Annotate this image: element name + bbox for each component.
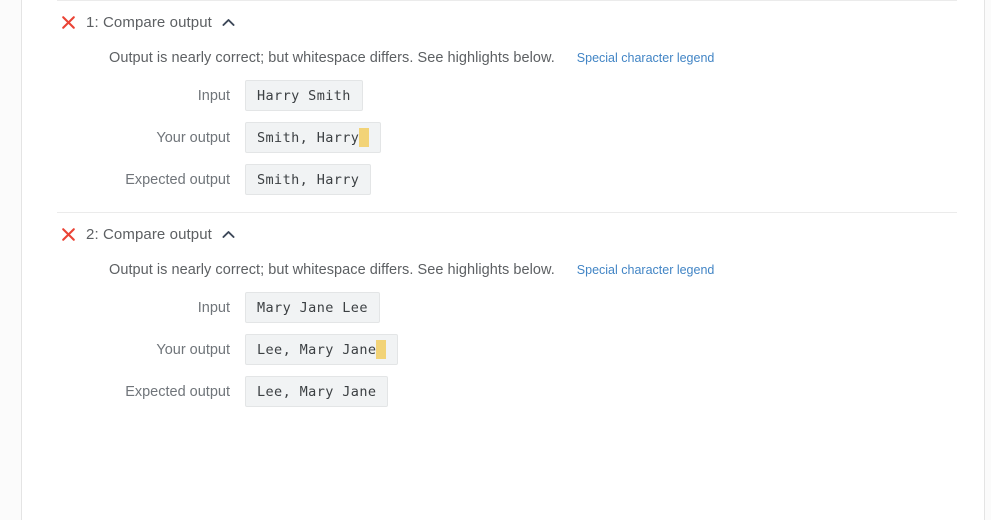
result-description: Output is nearly correct; but whitespace… — [109, 50, 555, 66]
x-mark-icon — [57, 11, 79, 33]
field-value-your-output: Lee, Mary Jane — [245, 334, 399, 365]
field-label: Expected output — [125, 383, 230, 400]
special-character-legend-link[interactable]: Special character legend — [577, 51, 715, 65]
field-label: Your output — [156, 129, 230, 146]
field-label: Expected output — [125, 171, 230, 188]
test-result-item: 1: Compare output Output is nearly corre… — [57, 0, 957, 212]
result-title: 2: Compare output — [86, 225, 212, 243]
field-value-text: Lee, Mary Jane — [257, 383, 377, 400]
whitespace-highlight-marker — [376, 340, 387, 359]
page-background: 1: Compare output Output is nearly corre… — [0, 0, 991, 520]
special-character-legend-link[interactable]: Special character legend — [577, 263, 715, 277]
field-value-text: Harry Smith — [257, 87, 351, 104]
field-value-input: Mary Jane Lee — [245, 292, 380, 323]
test-result-list: 1: Compare output Output is nearly corre… — [22, 0, 984, 424]
field-row-your-output: Your output Smith, Harry — [57, 122, 957, 153]
field-row-your-output: Your output Lee, Mary Jane — [57, 334, 957, 365]
result-description-row: Output is nearly correct; but whitespace… — [57, 262, 957, 278]
field-value-expected-output: Smith, Harry — [245, 164, 372, 195]
results-panel-body: 1: Compare output Output is nearly corre… — [22, 0, 984, 424]
field-value-expected-output: Lee, Mary Jane — [245, 376, 389, 407]
field-value-your-output: Smith, Harry — [245, 122, 382, 153]
field-value-text: Smith, Harry — [257, 129, 360, 146]
field-value-text: Smith, Harry — [257, 171, 360, 188]
field-value-text: Mary Jane Lee — [257, 299, 368, 316]
field-row-expected-output: Expected output Lee, Mary Jane — [57, 376, 957, 407]
field-label: Input — [197, 87, 230, 104]
result-description-row: Output is nearly correct; but whitespace… — [57, 50, 957, 66]
x-mark-icon — [57, 223, 79, 245]
field-row-input: Input Harry Smith — [57, 80, 957, 111]
results-panel: 1: Compare output Output is nearly corre… — [21, 0, 985, 520]
whitespace-highlight-marker — [359, 128, 370, 147]
field-value-text: Lee, Mary Jane — [257, 341, 377, 358]
field-row-input: Input Mary Jane Lee — [57, 292, 957, 323]
field-label: Your output — [156, 341, 230, 358]
chevron-up-icon[interactable] — [220, 225, 238, 243]
field-value-input: Harry Smith — [245, 80, 363, 111]
result-fields: Input Mary Jane Lee Your output Lee, Mar… — [57, 292, 957, 407]
chevron-up-icon[interactable] — [220, 13, 238, 31]
result-header-toggle[interactable]: 1: Compare output — [57, 1, 957, 43]
result-header-toggle[interactable]: 2: Compare output — [57, 213, 957, 255]
test-result-item: 2: Compare output Output is nearly corre… — [57, 212, 957, 424]
result-title: 1: Compare output — [86, 13, 212, 31]
field-label: Input — [197, 299, 230, 316]
field-row-expected-output: Expected output Smith, Harry — [57, 164, 957, 195]
result-fields: Input Harry Smith Your output Smith, Har… — [57, 80, 957, 195]
result-description: Output is nearly correct; but whitespace… — [109, 262, 555, 278]
